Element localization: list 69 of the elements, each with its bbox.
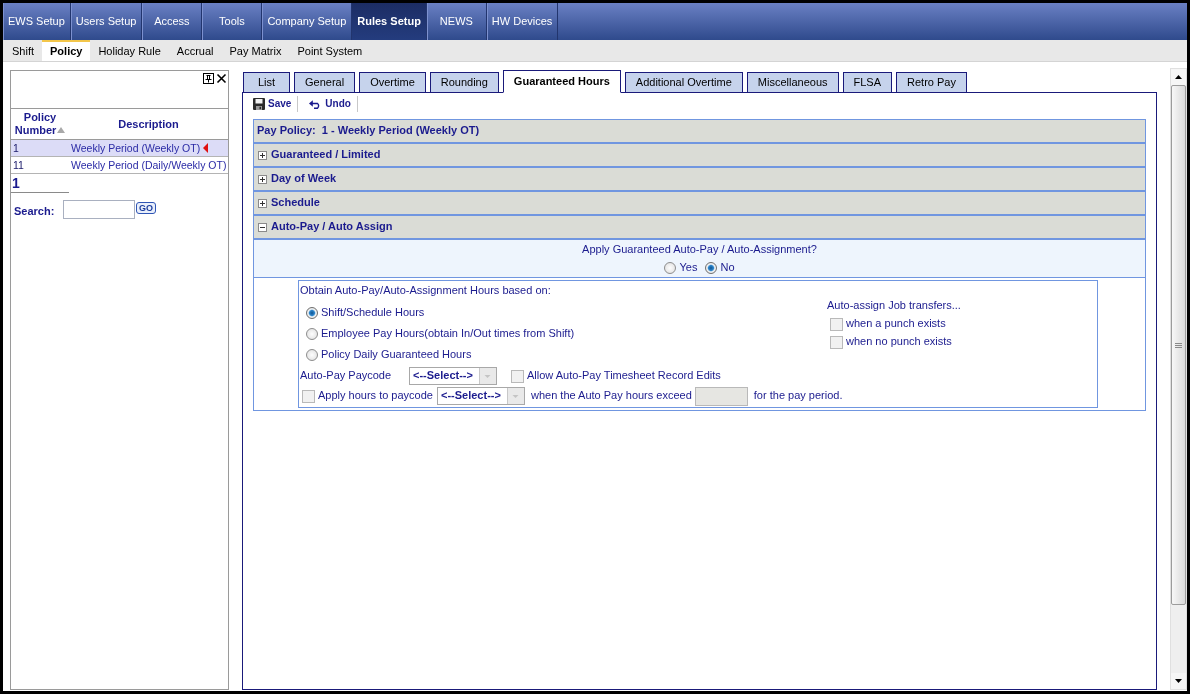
- undo-button[interactable]: Undo: [309, 95, 357, 113]
- grip-icon: [1175, 342, 1182, 348]
- section-header[interactable]: Auto-Pay / Auto Assign: [254, 216, 1145, 240]
- field-label: Auto-Pay Paycode: [300, 369, 393, 383]
- go-button[interactable]: GO: [136, 202, 156, 214]
- checkbox-label: when no punch exists: [846, 335, 952, 349]
- pin-icon[interactable]: [203, 73, 214, 84]
- tab[interactable]: Overtime: [359, 72, 426, 93]
- radio-button[interactable]: [306, 327, 318, 340]
- field-label: when the Auto Pay hours exceed: [530, 389, 692, 403]
- sub-nav-tab[interactable]: Pay Matrix: [221, 40, 290, 61]
- scroll-down-button[interactable]: [1171, 673, 1186, 689]
- page-number[interactable]: 1: [12, 175, 20, 191]
- field-label: Obtain Auto-Pay/Auto-Assignment Hours based on:: [300, 283, 552, 297]
- sort-arrow-icon: [57, 127, 66, 133]
- checkbox-label: Apply hours to paycode: [318, 389, 433, 403]
- expand-icon[interactable]: [258, 174, 267, 184]
- up-arrow-icon: [1175, 75, 1182, 79]
- tab[interactable]: Rounding: [429, 72, 499, 93]
- column-header[interactable]: Policy Number: [11, 108, 69, 140]
- checkbox-label: Allow Auto-Pay Timesheet Record Edits: [527, 369, 721, 383]
- table-row[interactable]: 11 Weekly Period (Daily/Weekly OT): [11, 156, 228, 174]
- policy-description: Weekly Period (Weekly OT): [71, 141, 201, 154]
- expand-icon[interactable]: [258, 198, 267, 208]
- section-header[interactable]: Day of Week: [254, 168, 1145, 192]
- field-label: Auto-assign Job transfers...: [827, 298, 961, 312]
- tab[interactable]: Guaranteed Hours: [502, 70, 621, 93]
- sub-nav-tab[interactable]: Accrual: [168, 40, 222, 61]
- section-header[interactable]: Guaranteed / Limited: [254, 144, 1145, 168]
- down-arrow-icon: [1175, 679, 1182, 683]
- radio-button[interactable]: [664, 262, 677, 274]
- field-label: for the pay period.: [753, 389, 843, 403]
- radio-label: Policy Daily Guaranteed Hours: [321, 347, 472, 362]
- search-label: Search:: [14, 205, 56, 219]
- tab[interactable]: Retro Pay: [896, 72, 967, 93]
- sub-nav-tab[interactable]: Policy: [42, 40, 91, 61]
- tab[interactable]: General: [294, 72, 356, 93]
- tab[interactable]: List: [243, 72, 290, 93]
- checkbox-label: when a punch exists: [846, 317, 946, 331]
- sub-nav-tab[interactable]: Holiday Rule: [90, 40, 169, 61]
- collapse-icon[interactable]: [258, 222, 267, 232]
- tab[interactable]: Miscellaneous: [746, 72, 839, 93]
- close-icon[interactable]: [216, 73, 227, 84]
- radio-label: Yes: [679, 261, 698, 275]
- radio-button[interactable]: [306, 348, 318, 361]
- nav-tab[interactable]: Rules Setup: [352, 3, 427, 40]
- scroll-thumb[interactable]: [1171, 85, 1186, 605]
- search-field[interactable]: [63, 200, 135, 219]
- radio-label: Shift/Schedule Hours: [321, 305, 425, 320]
- question-label: Apply Guaranteed Auto-Pay / Auto-Assignment?: [581, 242, 818, 256]
- tab[interactable]: Additional Overtime: [624, 72, 743, 93]
- policy-number: 1: [11, 139, 69, 157]
- policy-header: Pay Policy: 1 - Weekly Period (Weekly OT): [254, 120, 1145, 144]
- scroll-up-button[interactable]: [1171, 69, 1186, 85]
- policy-number: 11: [11, 156, 69, 174]
- radio-button[interactable]: [705, 262, 718, 274]
- radio-label: Employee Pay Hours(obtain In/Out times from Shift): [321, 326, 575, 341]
- radio-button[interactable]: [306, 306, 318, 319]
- policy-description: Weekly Period (Daily/Weekly OT): [71, 158, 227, 171]
- vertical-scrollbar[interactable]: [1170, 68, 1187, 690]
- column-header[interactable]: Description: [69, 108, 228, 140]
- sub-nav-tab[interactable]: Shift: [4, 40, 42, 61]
- tab[interactable]: FLSA: [842, 72, 893, 93]
- radio-label: No: [720, 261, 735, 275]
- save-button[interactable]: Save: [253, 95, 298, 113]
- expand-icon[interactable]: [258, 150, 267, 160]
- selection-marker-icon: [203, 142, 209, 153]
- sub-nav-tab[interactable]: Point System: [289, 40, 371, 61]
- section-header[interactable]: Schedule: [254, 192, 1145, 216]
